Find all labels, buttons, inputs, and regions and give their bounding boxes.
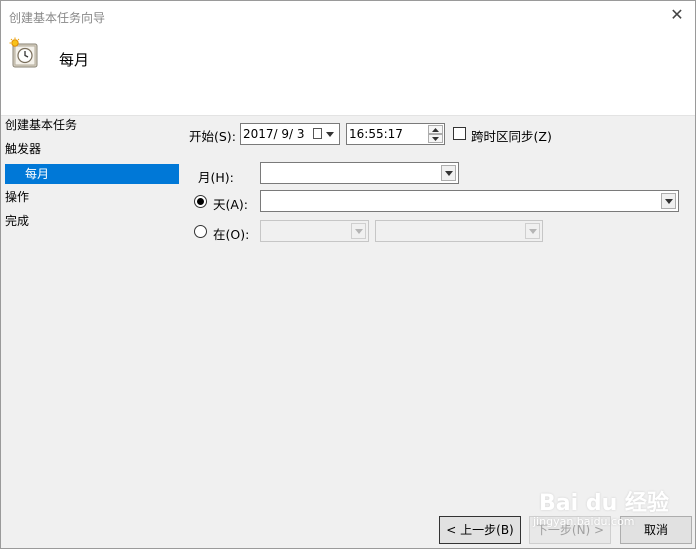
step-finish[interactable]: 完成 <box>5 211 29 231</box>
start-date-value: 2017/ 9/ 3 <box>243 127 305 141</box>
page-title: 每月 <box>59 51 90 69</box>
step-trigger[interactable]: 触发器 <box>5 139 41 159</box>
start-date-picker[interactable]: 2017/ 9/ 3 <box>240 123 340 145</box>
month-select[interactable] <box>260 162 459 184</box>
chevron-down-icon[interactable] <box>326 132 334 137</box>
day-dropdown-button[interactable] <box>661 193 676 209</box>
window-title: 创建基本任务向导 <box>9 11 106 25</box>
sync-timezone-label: 跨时区同步(Z) <box>471 129 552 144</box>
spin-down-icon[interactable] <box>428 134 443 143</box>
spin-up-icon[interactable] <box>428 125 443 134</box>
day-label: 天(A): <box>213 197 249 212</box>
on-week-select[interactable] <box>260 220 369 242</box>
watermark-url: jingyan.baidu.com <box>533 515 635 528</box>
wizard-header: 每月 <box>1 31 695 116</box>
month-label: 月(H): <box>198 170 234 185</box>
sync-timezone-checkbox[interactable] <box>453 127 466 140</box>
start-time-value: 16:55:17 <box>349 127 403 141</box>
calendar-icon[interactable] <box>313 128 322 139</box>
step-action[interactable]: 操作 <box>5 187 29 207</box>
chevron-down-icon <box>445 171 453 176</box>
back-button[interactable]: < 上一步(B) <box>439 516 521 544</box>
on-label: 在(O): <box>213 227 250 242</box>
month-dropdown-button[interactable] <box>441 165 456 181</box>
wizard-window: 创建基本任务向导 ✕ 每月 创建基本任务 触发器 每月 操作 完成 开始(S):… <box>0 0 696 549</box>
on-weekday-dropdown-button[interactable] <box>525 223 540 239</box>
chevron-down-icon <box>529 229 537 234</box>
start-time-input[interactable]: 16:55:17 <box>346 123 445 145</box>
step-monthly[interactable]: 每月 <box>5 164 179 184</box>
on-week-dropdown-button[interactable] <box>351 223 366 239</box>
time-spinner[interactable] <box>428 125 443 143</box>
chevron-down-icon <box>665 199 673 204</box>
step-create-basic-task[interactable]: 创建基本任务 <box>5 115 77 135</box>
title-bar: 创建基本任务向导 ✕ <box>1 1 695 31</box>
day-radio[interactable] <box>194 195 207 208</box>
day-select[interactable] <box>260 190 679 212</box>
on-weekday-select[interactable] <box>375 220 543 242</box>
watermark-logo: Bai du 经验 <box>539 491 669 516</box>
start-label: 开始(S): <box>189 129 236 144</box>
on-radio[interactable] <box>194 225 207 238</box>
task-clock-icon <box>9 37 38 68</box>
close-icon[interactable]: ✕ <box>667 5 687 25</box>
chevron-down-icon <box>355 229 363 234</box>
